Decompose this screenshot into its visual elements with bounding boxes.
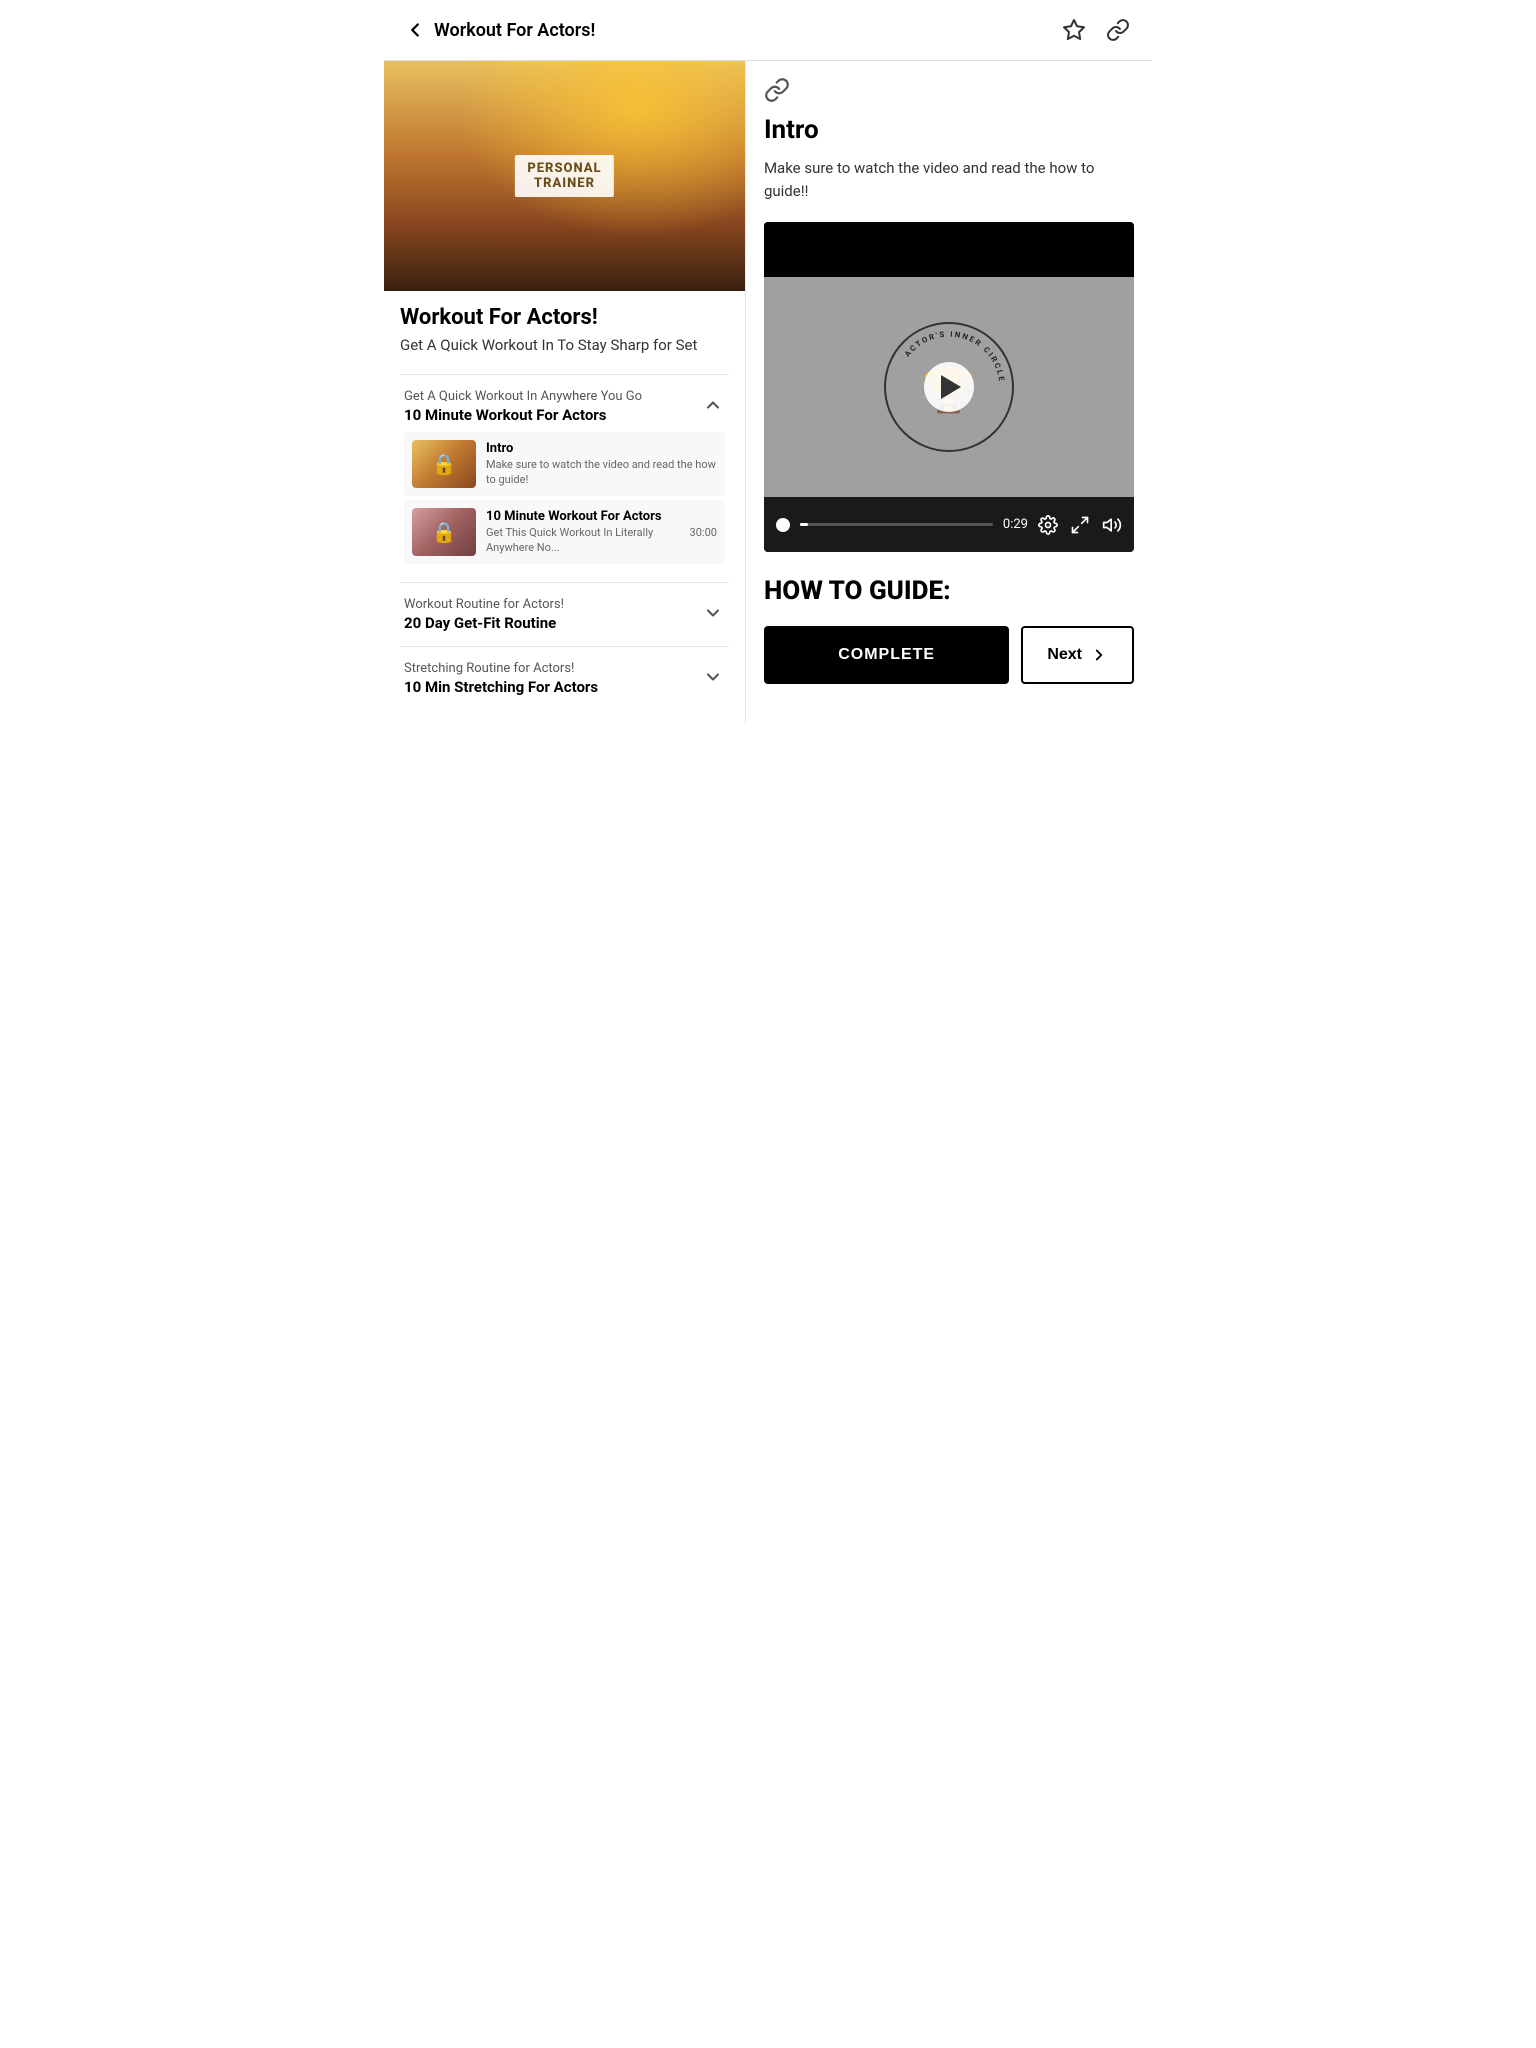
course-subtitle: Get A Quick Workout In To Stay Sharp for…	[400, 336, 729, 354]
left-column: PERSONAL TRAINER Workout For Actors! Get…	[384, 61, 745, 724]
lesson-thumbnail-intro: 🔒	[412, 440, 476, 488]
header-title: Workout For Actors!	[434, 20, 595, 41]
accordion-section-1: Get A Quick Workout In Anywhere You Go 1…	[400, 374, 729, 582]
next-button-label: Next	[1047, 646, 1082, 664]
accordion-subtitle-2: Workout Routine for Actors!	[404, 597, 701, 612]
video-controls-right	[1038, 515, 1122, 535]
hero-image: PERSONAL TRAINER	[384, 61, 745, 291]
accordion-subtitle-1: Get A Quick Workout In Anywhere You Go	[404, 389, 701, 404]
accordion-chevron-down-icon-1	[701, 601, 725, 625]
lesson-title-workout: 10 Minute Workout For Actors	[486, 509, 680, 524]
video-progress-fill	[800, 523, 808, 526]
next-button[interactable]: Next	[1021, 626, 1134, 684]
lesson-item-workout[interactable]: 🔒 10 Minute Workout For Actors Get This …	[404, 500, 725, 564]
right-link-icon[interactable]	[764, 77, 1134, 103]
right-column: Intro Make sure to watch the video and r…	[745, 61, 1152, 724]
chevron-left-icon	[404, 19, 426, 41]
play-button[interactable]	[924, 362, 974, 412]
accordion-chevron-up-icon	[701, 393, 725, 417]
trainer-text: PERSONAL TRAINER	[515, 155, 613, 197]
back-button[interactable]: Workout For Actors!	[404, 19, 1060, 41]
accordion-subtitle-3: Stretching Routine for Actors!	[404, 661, 701, 676]
accordion-section-3: Stretching Routine for Actors! 10 Min St…	[400, 646, 729, 710]
lock-icon-2: 🔒	[432, 520, 457, 544]
lesson-info-intro: Intro Make sure to watch the video and r…	[486, 441, 717, 487]
header: Workout For Actors!	[384, 0, 1152, 61]
fullscreen-button[interactable]	[1070, 515, 1090, 535]
how-to-heading: HOW TO GUIDE:	[764, 576, 1134, 606]
share-button[interactable]	[1104, 16, 1132, 44]
trainer-line2: TRAINER	[527, 176, 601, 191]
left-content: Workout For Actors! Get A Quick Workout …	[384, 291, 745, 724]
lock-icon: 🔒	[432, 452, 457, 476]
bottom-actions: COMPLETE Next	[764, 626, 1134, 684]
section-heading: Intro	[764, 115, 1134, 145]
lesson-thumbnail-workout: 🔒	[412, 508, 476, 556]
video-progress-bar[interactable]	[800, 523, 993, 526]
star-icon	[1062, 18, 1086, 42]
accordion-title-2: 20 Day Get-Fit Routine	[404, 614, 701, 632]
video-player[interactable]: ACTOR'S INNER CIRCLE 🏆 0:29	[764, 222, 1134, 552]
accordion-header-text-2: Workout Routine for Actors! 20 Day Get-F…	[404, 597, 701, 632]
accordion-title-3: 10 Min Stretching For Actors	[404, 678, 701, 696]
accordion-header-text-1: Get A Quick Workout In Anywhere You Go 1…	[404, 389, 701, 424]
play-triangle-icon	[941, 375, 961, 399]
chevron-right-icon	[1090, 646, 1108, 664]
volume-icon	[1102, 515, 1122, 535]
video-controls-bar: 0:29	[764, 497, 1134, 552]
settings-button[interactable]	[1038, 515, 1058, 535]
favorite-button[interactable]	[1060, 16, 1088, 44]
fullscreen-icon	[1070, 515, 1090, 535]
accordion-header-2[interactable]: Workout Routine for Actors! 20 Day Get-F…	[404, 597, 725, 632]
video-top-bar	[764, 222, 1134, 277]
accordion-header-3[interactable]: Stretching Routine for Actors! 10 Min St…	[404, 661, 725, 696]
accordion-chevron-down-icon-2	[701, 665, 725, 689]
main-layout: PERSONAL TRAINER Workout For Actors! Get…	[384, 61, 1152, 724]
accordion-title-1: 10 Minute Workout For Actors	[404, 406, 701, 424]
link-icon	[1106, 18, 1130, 42]
lesson-list-1: 🔒 Intro Make sure to watch the video and…	[404, 432, 725, 564]
header-actions	[1060, 16, 1132, 44]
lesson-info-workout: 10 Minute Workout For Actors Get This Qu…	[486, 509, 680, 555]
accordion-header-text-3: Stretching Routine for Actors! 10 Min St…	[404, 661, 701, 696]
lesson-duration: 30:00	[690, 526, 717, 539]
video-progress-indicator	[776, 518, 790, 532]
accordion-header-1[interactable]: Get A Quick Workout In Anywhere You Go 1…	[404, 389, 725, 424]
lesson-title-intro: Intro	[486, 441, 717, 456]
trainer-line1: PERSONAL	[527, 161, 601, 176]
section-description: Make sure to watch the video and read th…	[764, 157, 1134, 202]
volume-button[interactable]	[1102, 515, 1122, 535]
link-icon-right	[764, 77, 790, 103]
lesson-desc-workout: Get This Quick Workout In Literally Anyw…	[486, 526, 680, 555]
settings-icon	[1038, 515, 1058, 535]
lesson-desc-intro: Make sure to watch the video and read th…	[486, 458, 717, 487]
video-time-display: 0:29	[1003, 517, 1028, 532]
lesson-item-intro[interactable]: 🔒 Intro Make sure to watch the video and…	[404, 432, 725, 496]
course-title: Workout For Actors!	[400, 305, 729, 330]
complete-button[interactable]: COMPLETE	[764, 626, 1009, 684]
accordion-section-2: Workout Routine for Actors! 20 Day Get-F…	[400, 582, 729, 646]
video-content: ACTOR'S INNER CIRCLE 🏆	[764, 277, 1134, 497]
